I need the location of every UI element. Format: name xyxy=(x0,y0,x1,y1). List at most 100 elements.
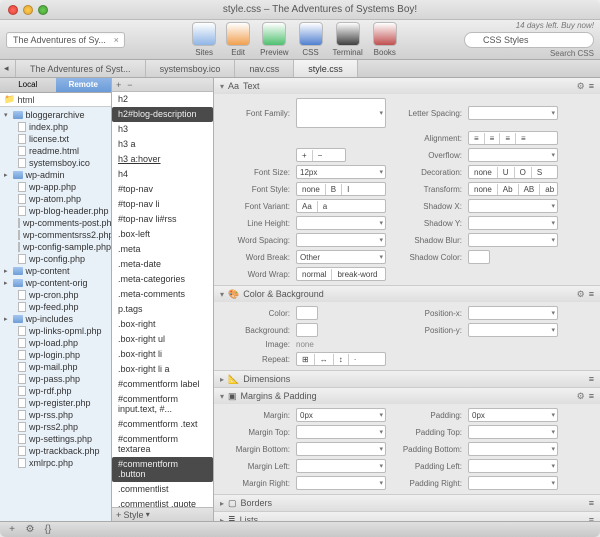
selector-item[interactable]: h3 a xyxy=(112,137,213,152)
background-swatch[interactable] xyxy=(296,323,318,337)
selector-item[interactable]: .meta-date xyxy=(112,257,213,272)
gear-icon[interactable]: ⚙ xyxy=(24,524,36,535)
gear-icon[interactable]: ⚙ xyxy=(577,391,585,402)
selector-item[interactable]: .box-right ul xyxy=(112,332,213,347)
disclosure-icon[interactable]: ▾ xyxy=(220,290,224,299)
add-icon[interactable]: + xyxy=(116,510,121,520)
selector-item[interactable]: .box-left xyxy=(112,227,213,242)
selector-item[interactable]: #top-nav li xyxy=(112,197,213,212)
word-spacing-field[interactable] xyxy=(296,233,386,247)
selector-list[interactable]: h2h2#blog-descriptionh3h3 ah3 a:hoverh4#… xyxy=(112,92,213,507)
minimize-icon[interactable] xyxy=(23,5,33,15)
shadow-blur-field[interactable] xyxy=(468,233,558,247)
section-header-margins[interactable]: ▾▣Margins & Padding⚙≡ xyxy=(214,388,600,404)
folder-item[interactable]: bloggerarchive xyxy=(0,109,111,121)
selector-item[interactable]: .box-right xyxy=(112,317,213,332)
font-weight-stepper[interactable]: +− xyxy=(296,148,346,162)
section-header-dimensions[interactable]: ▸📐Dimensions≡ xyxy=(214,371,600,387)
padding-field[interactable]: 0px xyxy=(468,408,558,422)
selector-item[interactable]: #commentform input.text, #... xyxy=(112,392,213,417)
file-item[interactable]: wp-settings.php xyxy=(0,433,111,445)
font-style-segment[interactable]: noneBI xyxy=(296,182,386,196)
selector-item[interactable]: .meta-comments xyxy=(112,287,213,302)
code-icon[interactable]: {} xyxy=(42,524,54,535)
document-tab[interactable]: style.css xyxy=(294,60,358,77)
folder-item[interactable]: wp-admin xyxy=(0,169,111,181)
color-swatch[interactable] xyxy=(296,306,318,320)
tab-menu[interactable]: ◂ xyxy=(0,60,16,77)
decoration-segment[interactable]: noneUOS xyxy=(468,165,558,179)
file-item[interactable]: index.php xyxy=(0,121,111,133)
file-item[interactable]: wp-config-sample.php xyxy=(0,241,111,253)
tab-remote[interactable]: Remote xyxy=(56,78,112,93)
document-tab[interactable]: systemsboy.ico xyxy=(146,60,236,77)
file-item[interactable]: wp-atom.php xyxy=(0,193,111,205)
books-button[interactable]: Books xyxy=(369,22,401,57)
document-tab[interactable]: The Adventures of Sy... xyxy=(6,32,125,48)
file-item[interactable]: wp-feed.php xyxy=(0,301,111,313)
padding-left-field[interactable] xyxy=(468,459,558,473)
disclosure-icon[interactable]: ▾ xyxy=(220,392,224,401)
line-height-field[interactable] xyxy=(296,216,386,230)
file-tree[interactable]: bloggerarchiveindex.phplicense.txtreadme… xyxy=(0,107,111,521)
folder-item[interactable]: wp-includes xyxy=(0,313,111,325)
section-header-color[interactable]: ▾🎨Color & Background⚙≡ xyxy=(214,286,600,302)
disclosure-icon[interactable]: ▸ xyxy=(220,499,224,508)
css-button[interactable]: CSS xyxy=(295,22,327,57)
selector-item[interactable]: .box-right li xyxy=(112,347,213,362)
file-item[interactable]: wp-app.php xyxy=(0,181,111,193)
folder-item[interactable]: wp-content xyxy=(0,265,111,277)
bg-position-y-field[interactable] xyxy=(468,323,558,337)
padding-right-field[interactable] xyxy=(468,476,558,490)
file-item[interactable]: wp-rss2.php xyxy=(0,421,111,433)
margin-left-field[interactable] xyxy=(296,459,386,473)
font-variant-segment[interactable]: Aaa xyxy=(296,199,386,213)
file-item[interactable]: wp-trackback.php xyxy=(0,445,111,457)
letter-spacing-field[interactable] xyxy=(468,106,558,120)
gear-icon[interactable]: ⚙ xyxy=(577,81,585,92)
preview-button[interactable]: Preview xyxy=(256,22,292,57)
close-icon[interactable] xyxy=(8,5,18,15)
add-icon[interactable]: + xyxy=(116,80,121,90)
selector-item[interactable]: .meta-categories xyxy=(112,272,213,287)
selector-item[interactable]: #commentform .text xyxy=(112,417,213,432)
file-item[interactable]: wp-register.php xyxy=(0,397,111,409)
file-item[interactable]: wp-pass.php xyxy=(0,373,111,385)
word-wrap-segment[interactable]: normalbreak-word xyxy=(296,267,386,281)
margin-field[interactable]: 0px xyxy=(296,408,386,422)
file-item[interactable]: wp-config.php xyxy=(0,253,111,265)
file-item[interactable]: wp-load.php xyxy=(0,337,111,349)
section-header-lists[interactable]: ▸≣Lists≡ xyxy=(214,512,600,521)
file-item[interactable]: systemsboy.ico xyxy=(0,157,111,169)
section-header-borders[interactable]: ▸▢Borders≡ xyxy=(214,495,600,511)
file-item[interactable]: readme.html xyxy=(0,145,111,157)
sites-button[interactable]: Sites xyxy=(188,22,220,57)
selector-item[interactable]: #commentform .button xyxy=(112,457,213,482)
selector-item[interactable]: .box-right li a xyxy=(112,362,213,377)
margin-top-field[interactable] xyxy=(296,425,386,439)
file-item[interactable]: wp-comments-post.php xyxy=(0,217,111,229)
selector-item[interactable]: #top-nav li#rss xyxy=(112,212,213,227)
disclosure-icon[interactable]: ▾ xyxy=(220,82,224,91)
font-family-field[interactable] xyxy=(296,98,386,128)
path-crumb[interactable]: 📁 html xyxy=(0,93,111,107)
selector-item[interactable]: #commentform textarea xyxy=(112,432,213,457)
bg-position-x-field[interactable] xyxy=(468,306,558,320)
file-item[interactable]: wp-blog-header.php xyxy=(0,205,111,217)
padding-bottom-field[interactable] xyxy=(468,442,558,456)
file-item[interactable]: wp-login.php xyxy=(0,349,111,361)
section-header-text[interactable]: ▾AaText⚙≡ xyxy=(214,78,600,94)
shadow-y-field[interactable] xyxy=(468,216,558,230)
shadow-x-field[interactable] xyxy=(468,199,558,213)
file-item[interactable]: wp-rdf.php xyxy=(0,385,111,397)
remove-icon[interactable]: − xyxy=(127,80,132,90)
file-item[interactable]: xmlrpc.php xyxy=(0,457,111,469)
document-tab[interactable]: nav.css xyxy=(235,60,294,77)
selector-item[interactable]: h3 a:hover xyxy=(112,152,213,167)
selector-item[interactable]: #top-nav xyxy=(112,182,213,197)
zoom-icon[interactable] xyxy=(38,5,48,15)
overflow-field[interactable] xyxy=(468,148,558,162)
alignment-segment[interactable]: ≡≡≡≡ xyxy=(468,131,558,145)
padding-top-field[interactable] xyxy=(468,425,558,439)
margin-bottom-field[interactable] xyxy=(296,442,386,456)
